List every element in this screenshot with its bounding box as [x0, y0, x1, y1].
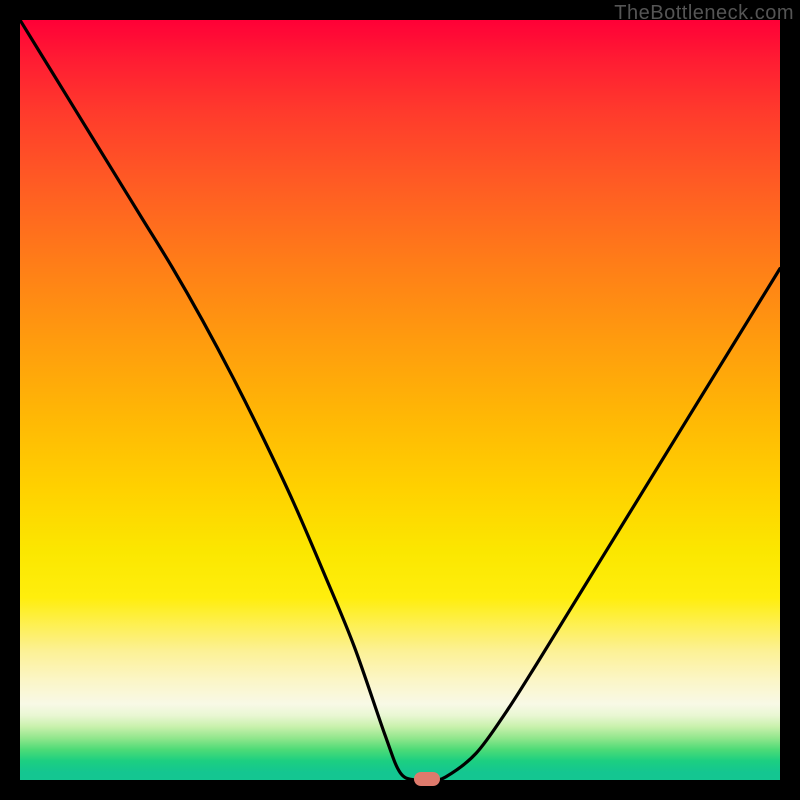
chart-container: TheBottleneck.com — [0, 0, 800, 800]
bottleneck-curve — [20, 20, 780, 780]
attribution-label: TheBottleneck.com — [614, 2, 794, 25]
minimum-marker — [414, 772, 440, 786]
bottleneck-curve-path — [20, 20, 780, 780]
plot-area — [20, 20, 780, 780]
